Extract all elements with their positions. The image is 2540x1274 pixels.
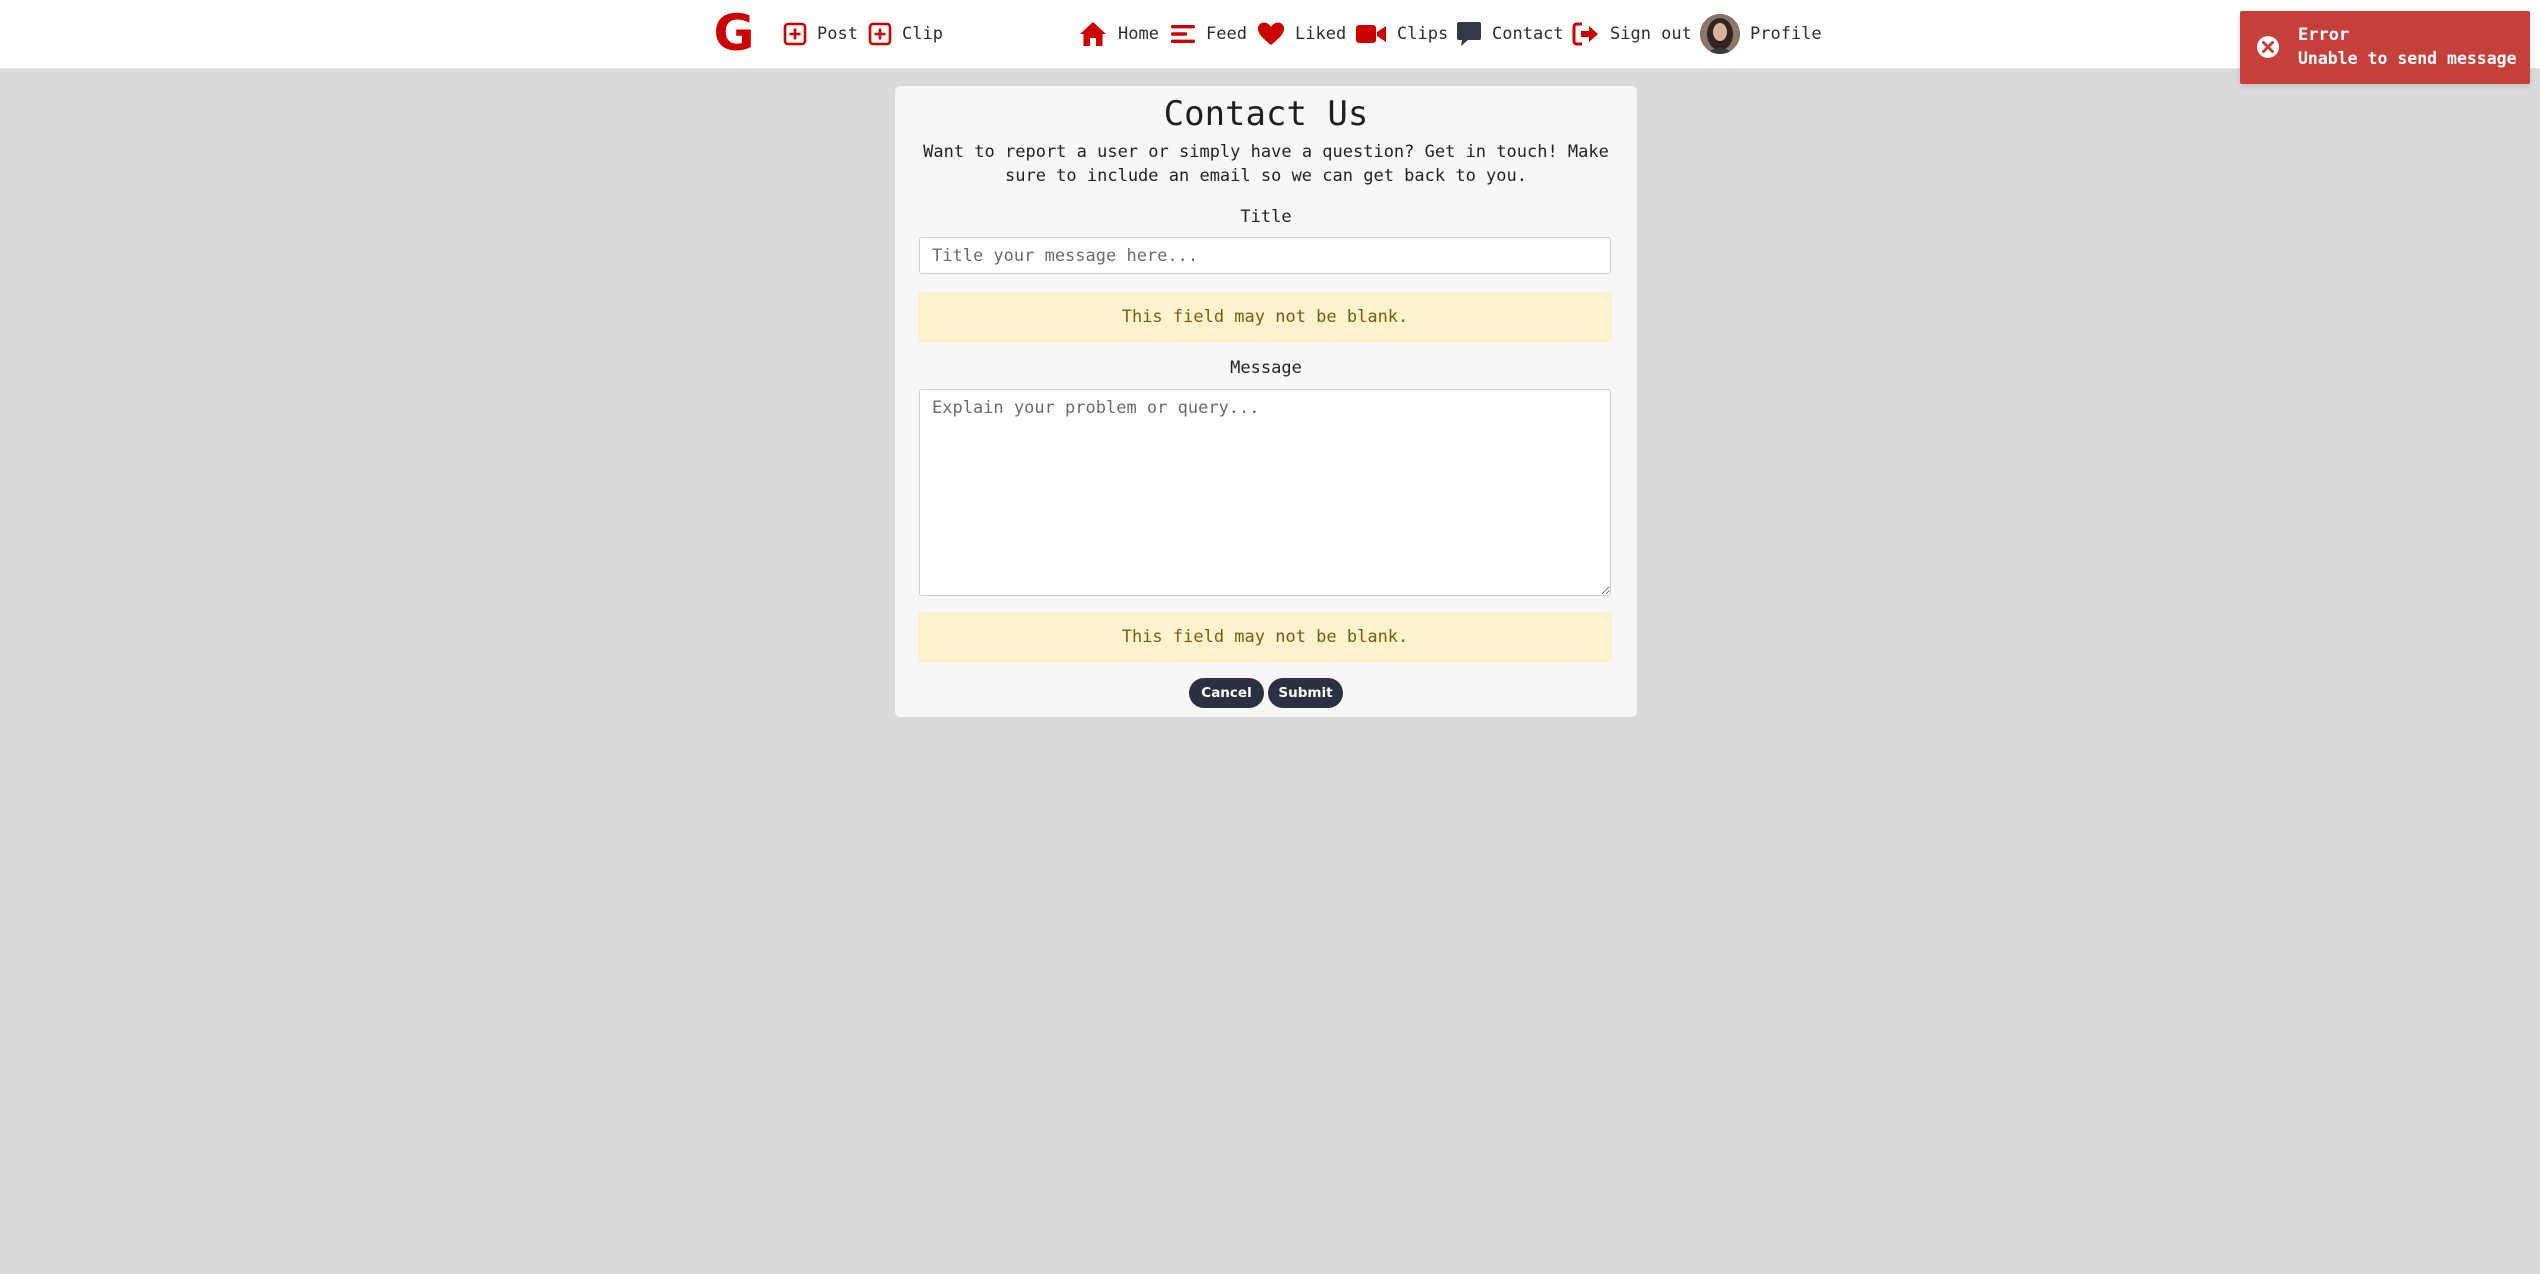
message-error-text: This field may not be blank.	[1121, 627, 1409, 647]
nav-home[interactable]: Home	[1078, 14, 1159, 54]
nav-clips[interactable]: Clips	[1355, 14, 1448, 54]
x-circle-icon	[2256, 35, 2280, 63]
heart-icon	[1257, 21, 1285, 47]
nav-liked[interactable]: Liked	[1257, 14, 1346, 54]
page-description: Want to report a user or simply have a q…	[923, 142, 1609, 186]
title-error-text: This field may not be blank.	[1121, 307, 1409, 327]
top-navbar: G Post Clip Home Feed Liked Clips Contac…	[0, 0, 2540, 69]
nav-profile-label: Profile	[1750, 24, 1822, 44]
submit-button[interactable]: Submit	[1268, 678, 1343, 708]
house-icon	[1078, 20, 1108, 48]
bars-icon	[1170, 22, 1196, 46]
contact-form-card: Contact Us Want to report a user or simp…	[895, 86, 1637, 717]
title-input[interactable]	[919, 237, 1611, 274]
nav-contact[interactable]: Contact	[1456, 14, 1564, 54]
sign-out-icon	[1572, 21, 1600, 47]
message-textarea[interactable]	[919, 389, 1611, 596]
nav-contact-label: Contact	[1492, 24, 1564, 44]
video-camera-icon	[1355, 22, 1387, 46]
logo[interactable]: G	[713, 2, 755, 64]
nav-signout-label: Sign out	[1610, 24, 1692, 44]
cancel-button[interactable]: Cancel	[1189, 678, 1264, 708]
title-label: Title	[1240, 207, 1292, 227]
toast-message: Unable to send message	[2298, 49, 2517, 68]
error-toast[interactable]: Error Unable to send message	[2240, 11, 2530, 84]
speech-bubble-icon	[1456, 20, 1482, 48]
message-error-alert: This field may not be blank.	[919, 612, 1611, 662]
logo-text: G	[713, 4, 755, 62]
avatar	[1700, 14, 1740, 54]
page-title: Contact Us	[1163, 94, 1369, 134]
nav-profile[interactable]: Profile	[1700, 14, 1822, 54]
nav-clip[interactable]: Clip	[868, 14, 943, 54]
nav-home-label: Home	[1118, 24, 1159, 44]
nav-post[interactable]: Post	[783, 14, 858, 54]
nav-liked-label: Liked	[1295, 24, 1347, 44]
title-error-alert: This field may not be blank.	[919, 292, 1611, 342]
nav-post-label: Post	[817, 24, 858, 44]
nav-signout[interactable]: Sign out	[1572, 14, 1692, 54]
nav-clip-label: Clip	[902, 24, 943, 44]
plus-square-icon	[868, 22, 892, 46]
plus-square-icon	[783, 22, 807, 46]
nav-feed-label: Feed	[1206, 24, 1247, 44]
message-label: Message	[1230, 358, 1302, 378]
nav-clips-label: Clips	[1397, 24, 1449, 44]
toast-title: Error	[2298, 25, 2350, 45]
nav-feed[interactable]: Feed	[1170, 14, 1247, 54]
